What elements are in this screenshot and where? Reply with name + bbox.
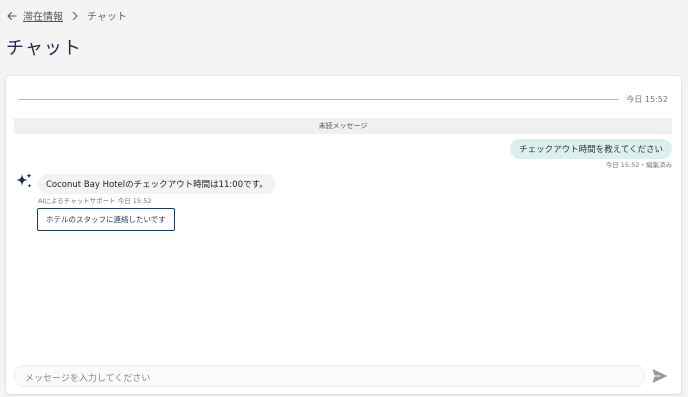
bot-message-meta: AIによるチャットサポート 今日 15:52 xyxy=(38,197,152,205)
date-divider-label: 今日 15:52 xyxy=(626,95,668,104)
user-message-bubble: チェックアウト時間を教えてください xyxy=(510,139,672,159)
user-message-meta: 今日 15:52・編集済み xyxy=(605,161,672,169)
breadcrumb-link-stay-info[interactable]: 滞在情報 xyxy=(23,8,63,23)
sparkle-icon xyxy=(16,173,32,188)
breadcrumb: 滞在情報 チャット xyxy=(6,8,127,23)
breadcrumb-current: チャット xyxy=(87,12,127,23)
arrow-left-icon[interactable] xyxy=(6,10,18,22)
unread-messages-banner: 未読メッセージ xyxy=(14,118,672,134)
message-input[interactable] xyxy=(15,369,644,389)
send-icon[interactable] xyxy=(651,367,669,385)
contact-hotel-staff-button[interactable]: ホテルのスタッフに連絡したいです xyxy=(37,208,175,231)
chat-panel: 今日 15:52 未読メッセージ チェックアウト時間を教えてください 今日 15… xyxy=(6,76,681,394)
page-title: チャット xyxy=(6,38,82,59)
message-composer xyxy=(14,365,645,389)
bot-message-bubble: Coconut Bay Hotelのチェックアウト時間は11:00です。 xyxy=(38,174,276,194)
date-divider: 今日 15:52 xyxy=(18,94,668,105)
chevron-right-icon xyxy=(72,11,78,20)
divider-line xyxy=(18,99,619,100)
